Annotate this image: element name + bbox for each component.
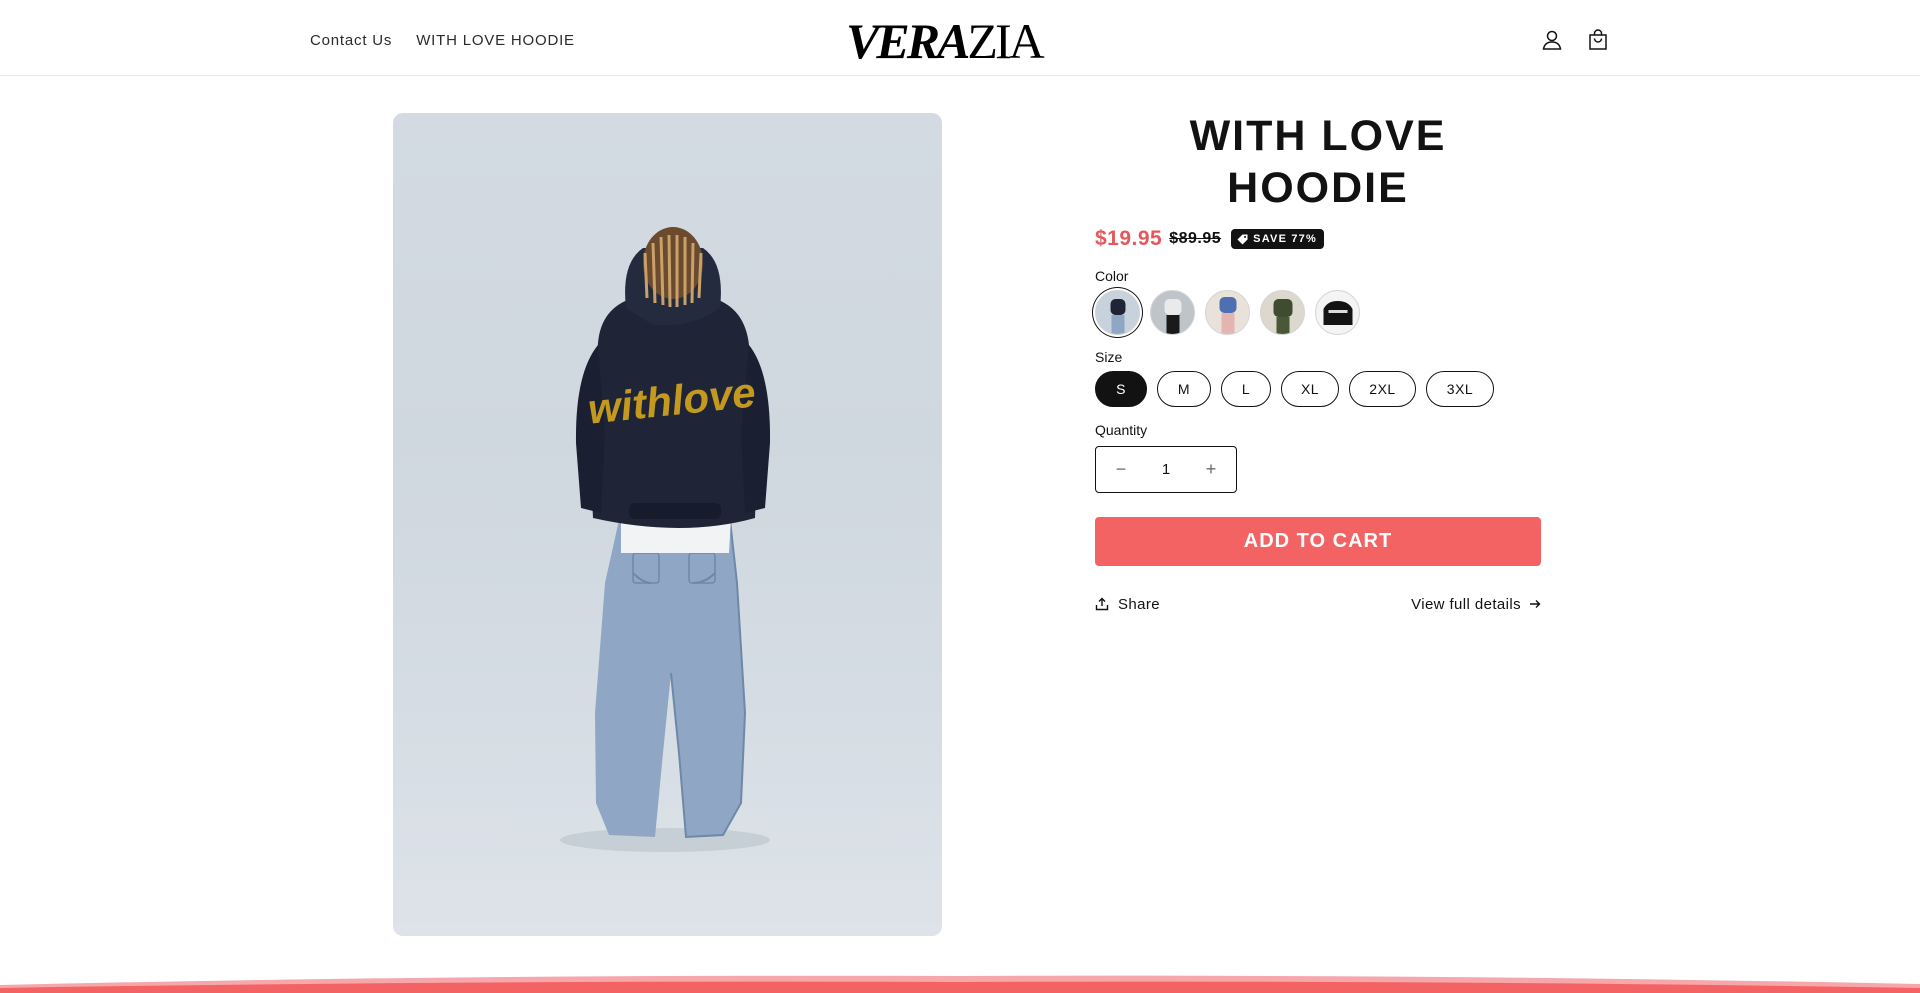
color-swatches: [1095, 290, 1541, 335]
logo-part-bold: VERA: [846, 13, 970, 69]
regular-price: $89.95: [1169, 230, 1222, 247]
footer-wave-decoration: [0, 975, 1920, 993]
sale-price: $19.95: [1095, 227, 1163, 250]
size-option-3xl[interactable]: 3XL: [1426, 371, 1494, 407]
share-label: Share: [1118, 595, 1161, 613]
header-icons: [1540, 28, 1610, 52]
size-options: S M L XL 2XL 3XL: [1095, 371, 1541, 407]
swatch-olive[interactable]: [1260, 290, 1305, 335]
add-to-cart-button[interactable]: ADD TO CART: [1095, 517, 1541, 566]
swatch-image: [1273, 299, 1292, 334]
sale-badge-label: SAVE 77%: [1253, 233, 1317, 245]
arrow-right-icon: [1530, 600, 1541, 608]
swatch-image: [1110, 299, 1125, 334]
size-label: Size: [1095, 349, 1123, 365]
site-logo[interactable]: VERAZIA: [846, 16, 1066, 66]
product-info: WITH LOVE HOODIE $19.95 $89.95 SAVE 77% …: [1095, 110, 1541, 615]
cart-icon[interactable]: [1586, 28, 1610, 52]
size-option-xl[interactable]: XL: [1281, 371, 1339, 407]
nav-with-love-hoodie[interactable]: WITH LOVE HOODIE: [404, 30, 587, 51]
logo-part-light: ZIA: [967, 13, 1044, 69]
quantity-stepper: − 1 +: [1095, 446, 1237, 493]
main-nav: Contact Us WITH LOVE HOODIE: [298, 30, 587, 51]
tag-icon: [1237, 233, 1248, 245]
view-full-details-label: View full details: [1411, 595, 1521, 613]
share-icon: [1095, 597, 1109, 611]
swatch-image: [1323, 301, 1352, 325]
view-full-details-link[interactable]: View full details: [1411, 596, 1541, 613]
swatch-image: [1219, 297, 1236, 334]
color-label: Color: [1095, 268, 1129, 284]
share-row: Share View full details: [1095, 593, 1541, 615]
swatch-image: [1164, 299, 1181, 334]
account-icon[interactable]: [1540, 28, 1564, 52]
size-option-l[interactable]: L: [1221, 371, 1271, 407]
size-option-2xl[interactable]: 2XL: [1349, 371, 1416, 407]
price-row: $19.95 $89.95 SAVE 77%: [1095, 226, 1541, 252]
size-option-s[interactable]: S: [1095, 371, 1147, 407]
nav-contact-us[interactable]: Contact Us: [298, 30, 404, 51]
swatch-navy-denim[interactable]: [1095, 290, 1140, 335]
swatch-blue-pink[interactable]: [1205, 290, 1250, 335]
size-option-m[interactable]: M: [1157, 371, 1211, 407]
site-header: Contact Us WITH LOVE HOODIE VERAZIA: [0, 0, 1920, 76]
quantity-input[interactable]: 1: [1162, 461, 1170, 478]
product-image[interactable]: withlove: [393, 113, 942, 936]
swatch-grey-black[interactable]: [1150, 290, 1195, 335]
product-photo-illustration: withlove: [560, 227, 771, 852]
product-title: WITH LOVE HOODIE: [1189, 112, 1447, 212]
decrease-quantity-button[interactable]: −: [1114, 459, 1128, 480]
increase-quantity-button[interactable]: +: [1204, 459, 1218, 480]
share-button[interactable]: Share: [1095, 596, 1160, 613]
quantity-label: Quantity: [1095, 422, 1148, 438]
sale-badge: SAVE 77%: [1231, 229, 1324, 249]
swatch-black[interactable]: [1315, 290, 1360, 335]
